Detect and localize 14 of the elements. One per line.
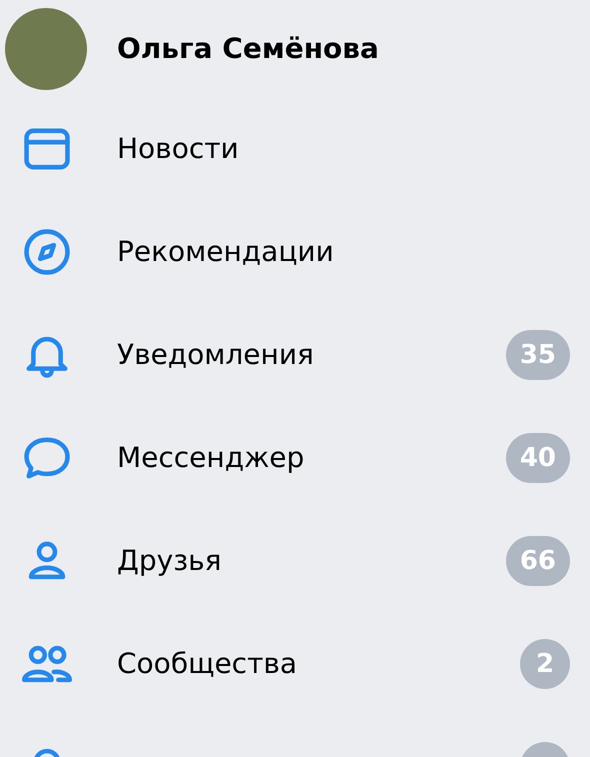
menu-item-link[interactable]: Друзья <box>117 544 506 577</box>
profile-name-link[interactable]: Ольга Семёнова <box>117 32 570 65</box>
menu-item-link[interactable]: Рекомендации <box>117 235 570 268</box>
count-badge: 66 <box>506 536 570 586</box>
menu-item-link[interactable]: Мессенджер <box>117 441 506 474</box>
count-badge: 35 <box>506 330 570 380</box>
menu-item-link[interactable]: Сообщества <box>117 647 520 680</box>
window-icon <box>22 126 72 172</box>
speech-bubble-icon <box>22 434 72 480</box>
count-badge: 40 <box>506 432 570 482</box>
menu-item-link[interactable]: Уведомления <box>117 338 506 371</box>
compass-icon <box>22 228 72 274</box>
count-badge: 2 <box>520 638 570 688</box>
menu-item-link[interactable]: Новости <box>117 132 570 165</box>
